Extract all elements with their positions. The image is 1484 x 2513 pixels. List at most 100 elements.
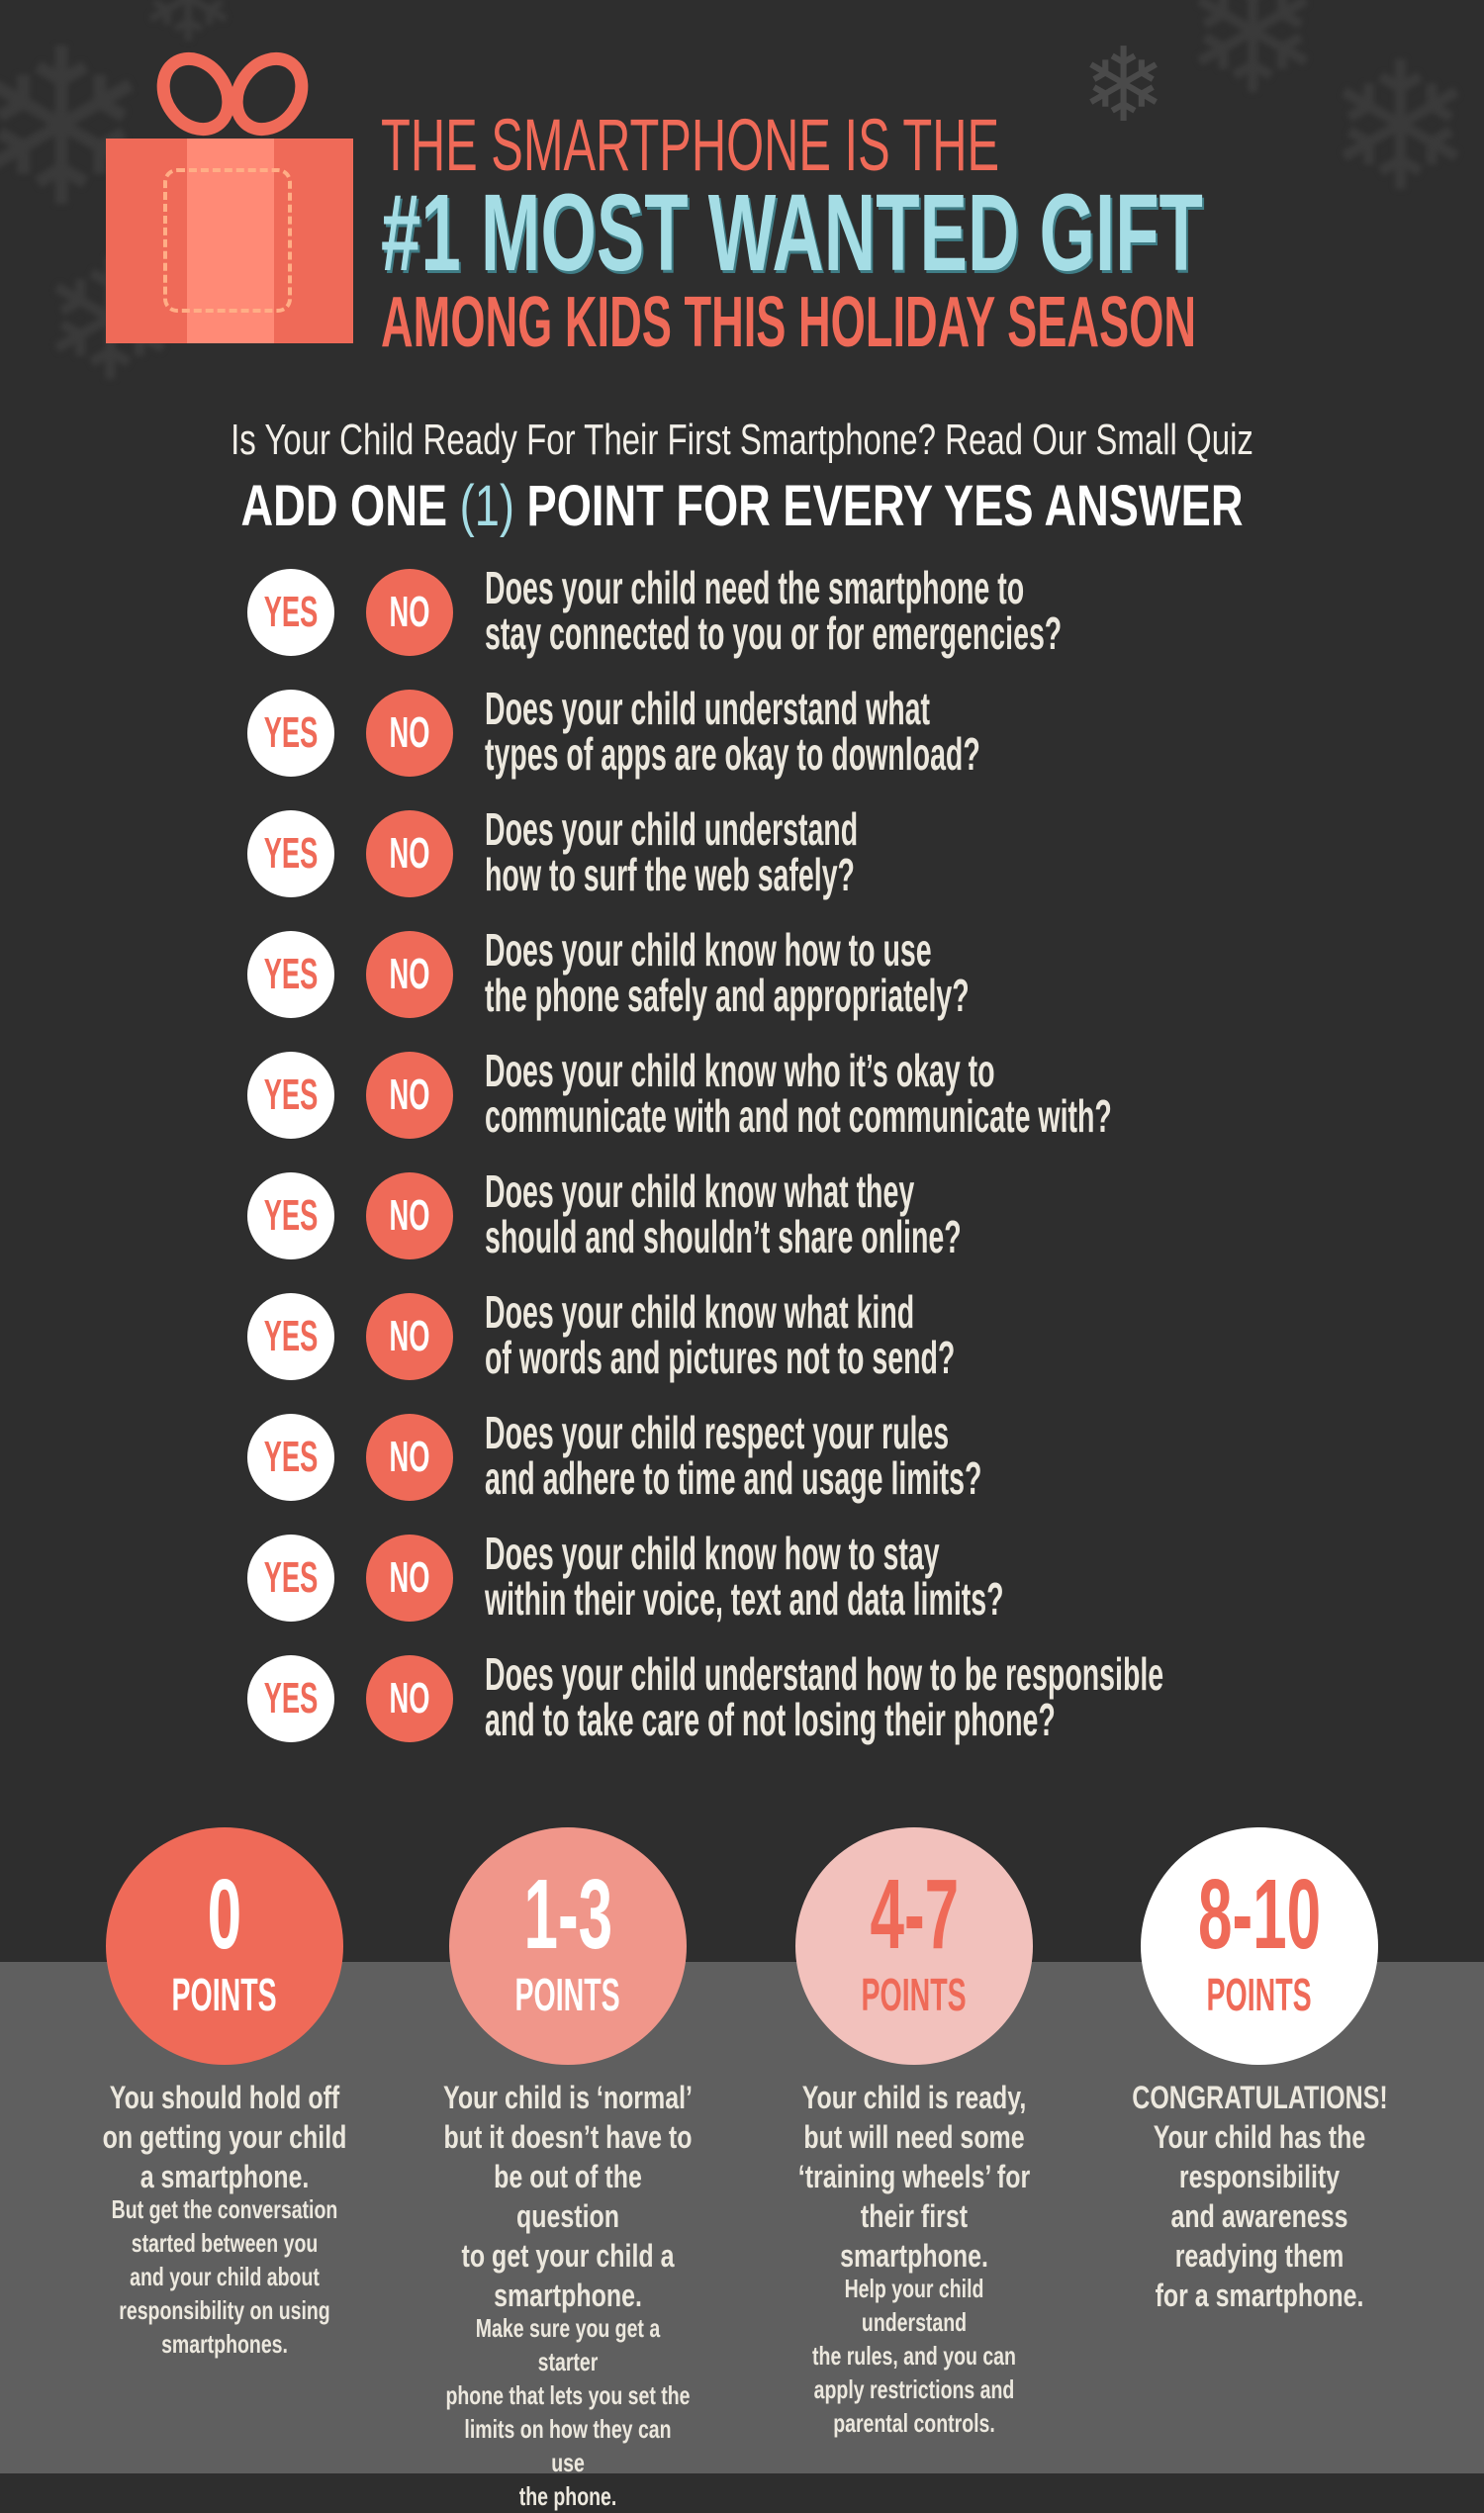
title-line-2: #1 MOST WANTED GIFT (381, 172, 1203, 294)
yes-button[interactable]: YES (247, 1293, 334, 1380)
no-button[interactable]: NO (366, 1052, 453, 1139)
score-description-extra: Make sure you get a starter phone that l… (445, 2313, 691, 2511)
yes-label: YES (263, 1312, 319, 1360)
question-line-2: how to surf the web safely? (485, 849, 855, 900)
quiz-question-row: YES NO Does your child know what kind of wo… (247, 1281, 1435, 1390)
question-text: Does your child need the smartphone to st… (485, 565, 1062, 656)
quiz-question-row: YES NO Does your child understand how to su… (247, 798, 1435, 907)
score-unit-text: POINTS (514, 1969, 621, 2020)
score-description: Your child is ‘normal’ but it doesn’t ha… (405, 2078, 731, 2513)
question-line-2: the phone safely and appropriately? (485, 970, 970, 1021)
gift-bow-icon (156, 51, 309, 137)
no-label: NO (389, 1312, 430, 1360)
question-text: Does your child know how to stay within t… (485, 1531, 1004, 1622)
yes-button[interactable]: YES (247, 569, 334, 656)
score-range: 4-7 (795, 1865, 1033, 1964)
score-unit: POINTS (1141, 1972, 1378, 2017)
question-line-2: and adhere to time and usage limits? (485, 1452, 982, 1504)
yes-button[interactable]: YES (247, 810, 334, 897)
quiz-question-row: YES NO Does your child understand what type… (247, 678, 1435, 787)
question-text: Does your child understand how to be res… (485, 1651, 1163, 1742)
question-text: Does your child know what kind of words a… (485, 1289, 955, 1380)
yes-label: YES (263, 1553, 319, 1602)
score-badge: 8-10 POINTS (1141, 1827, 1378, 2065)
quiz-question-row: YES NO Does your child understand how to b… (247, 1643, 1435, 1752)
quiz-subtitle: Is Your Child Ready For Their First Smar… (231, 416, 1253, 464)
score-range: 1-3 (449, 1865, 687, 1964)
yes-label: YES (263, 1191, 319, 1240)
quiz-question-row: YES NO Does your child know how to stay wit… (247, 1523, 1435, 1631)
question-line-1: Does your child know how to stay (485, 1528, 940, 1579)
score-range-text: 1-3 (523, 1859, 612, 1970)
score-description: CONGRATULATIONS! Your child has the resp… (1096, 2078, 1423, 2313)
question-line-2: stay connected to you or for emergencies… (485, 607, 1063, 659)
quiz-question-row: YES NO Does your child know how to use the … (247, 919, 1435, 1028)
question-line-1: Does your child need the smartphone to (485, 562, 1025, 613)
score-range: 0 (106, 1865, 343, 1964)
yes-label: YES (263, 950, 319, 998)
question-text: Does your child understand how to surf th… (485, 806, 858, 897)
no-button[interactable]: NO (366, 1535, 453, 1622)
question-text: Does your child understand what types of … (485, 686, 980, 777)
yes-button[interactable]: YES (247, 1052, 334, 1139)
title-line-3: AMONG KIDS THIS HOLIDAY SEASON (381, 283, 1197, 362)
question-line-2: should and shouldn’t share online? (485, 1211, 962, 1262)
score-description-main: You should hold off on getting your chil… (102, 2080, 347, 2194)
score-unit-text: POINTS (171, 1969, 278, 2020)
yes-label: YES (263, 708, 319, 757)
score-description-extra: Help your child understand the rules, an… (812, 2274, 1016, 2438)
question-line-1: Does your child understand what (485, 683, 931, 734)
no-label: NO (389, 1674, 430, 1722)
yes-label: YES (263, 1070, 319, 1119)
score-range-text: 4-7 (870, 1859, 959, 1970)
question-line-1: Does your child respect your rules (485, 1407, 950, 1458)
question-line-1: Does your child know what they (485, 1165, 915, 1217)
question-line-1: Does your child know who it’s okay to (485, 1045, 995, 1096)
no-button[interactable]: NO (366, 1655, 453, 1742)
instruction-pre: ADD ONE (240, 474, 460, 538)
score-unit: POINTS (449, 1972, 687, 2017)
question-line-2: of words and pictures not to send? (485, 1332, 956, 1383)
no-button[interactable]: NO (366, 1293, 453, 1380)
no-button[interactable]: NO (366, 931, 453, 1018)
score-range: 8-10 (1141, 1865, 1378, 1964)
yes-button[interactable]: YES (247, 1172, 334, 1259)
score-unit: POINTS (795, 1972, 1033, 2017)
score-range-text: 0 (207, 1859, 242, 1970)
question-line-1: Does your child understand (485, 803, 859, 855)
no-button[interactable]: NO (366, 690, 453, 777)
yes-button[interactable]: YES (247, 1535, 334, 1622)
score-unit-text: POINTS (861, 1969, 968, 2020)
question-line-1: Does your child know what kind (485, 1286, 915, 1338)
question-text: Does your child know what they should and… (485, 1168, 962, 1259)
question-line-2: within their voice, text and data limits… (485, 1573, 1004, 1625)
score-description: You should hold off on getting your chil… (61, 2078, 388, 2361)
yes-label: YES (263, 829, 319, 878)
no-label: NO (389, 1070, 430, 1119)
no-button[interactable]: NO (366, 810, 453, 897)
yes-button[interactable]: YES (247, 931, 334, 1018)
no-button[interactable]: NO (366, 1172, 453, 1259)
question-text: Does your child know how to use the phone… (485, 927, 970, 1018)
no-label: NO (389, 1191, 430, 1240)
score-description: Your child is ready, but will need some … (751, 2078, 1077, 2440)
yes-button[interactable]: YES (247, 1655, 334, 1742)
snowflake-icon: ❄ (1326, 29, 1475, 228)
yes-label: YES (263, 1433, 319, 1481)
quiz-question-row: YES NO Does your child know what they shoul… (247, 1161, 1435, 1269)
gift-tag-outline (163, 168, 292, 313)
no-label: NO (389, 1553, 430, 1602)
yes-label: YES (263, 588, 319, 636)
instruction-highlight: (1) (459, 474, 514, 538)
score-description-main: Your child is ready, but will need some … (797, 2080, 1031, 2274)
question-line-2: types of apps are okay to download? (485, 728, 980, 780)
score-unit-text: POINTS (1206, 1969, 1313, 2020)
question-line-1: Does your child understand how to be res… (485, 1648, 1164, 1700)
snowflake-icon: ❄ (1080, 29, 1167, 143)
score-description-main: CONGRATULATIONS! Your child has the resp… (1132, 2080, 1388, 2313)
no-button[interactable]: NO (366, 569, 453, 656)
yes-button[interactable]: YES (247, 690, 334, 777)
score-range-text: 8-10 (1197, 1859, 1322, 1970)
no-button[interactable]: NO (366, 1414, 453, 1501)
yes-button[interactable]: YES (247, 1414, 334, 1501)
